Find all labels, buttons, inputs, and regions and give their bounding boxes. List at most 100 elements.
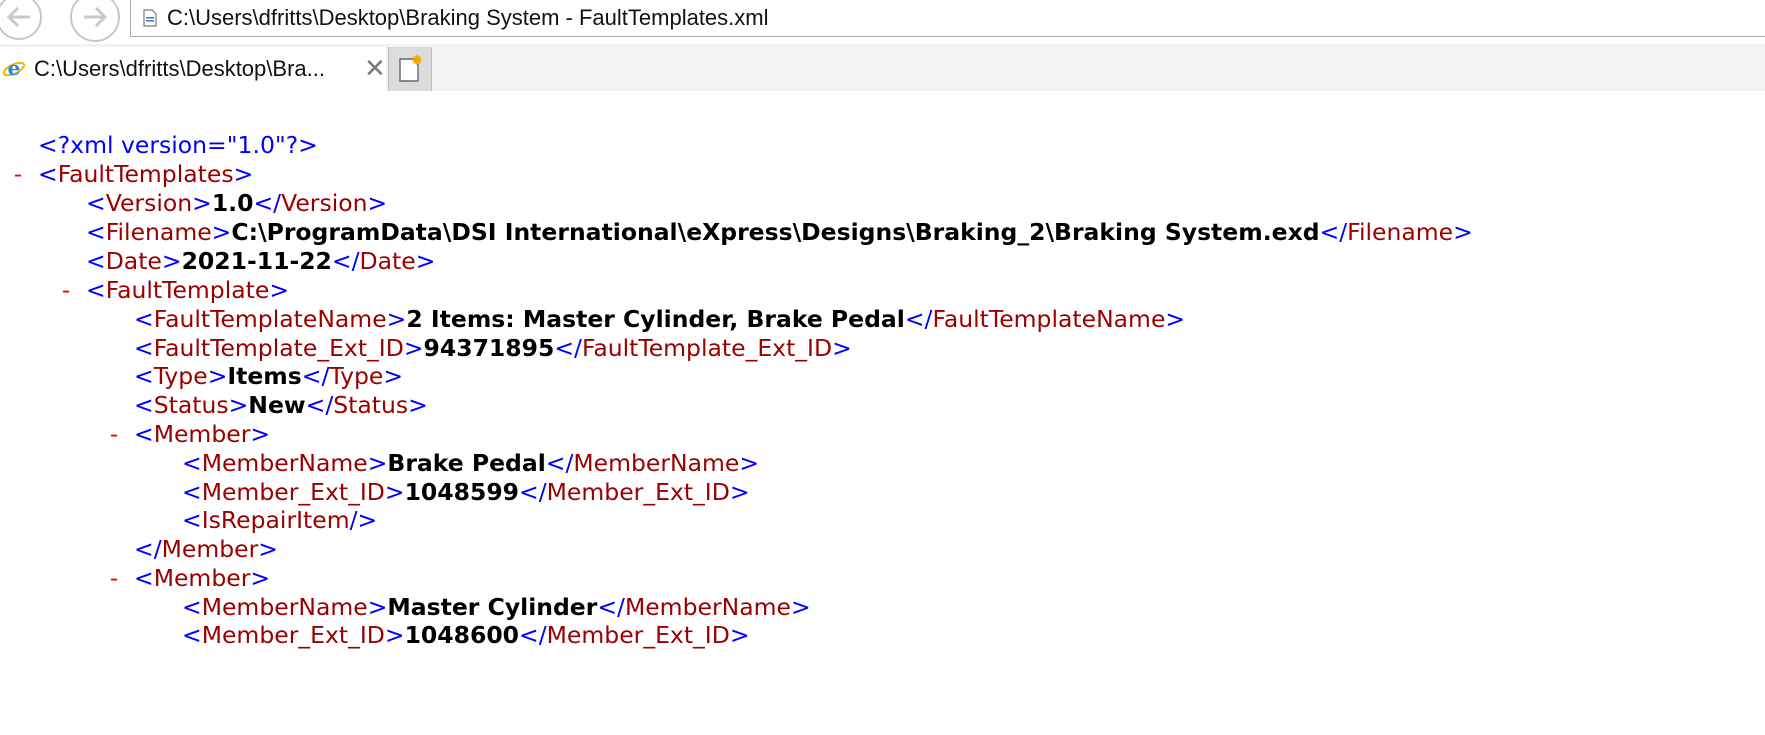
bracket: < bbox=[134, 564, 154, 592]
bracket: </ bbox=[253, 189, 282, 217]
tag-name: MemberName bbox=[573, 449, 740, 477]
tag-name: MemberName bbox=[624, 593, 791, 621]
bracket: > bbox=[161, 247, 182, 275]
element-filename: < Filename >C:\ProgramData\DSI Internation… bbox=[86, 216, 1473, 248]
toggle-faulttemplates[interactable]: - bbox=[8, 158, 28, 190]
bracket: < bbox=[182, 449, 202, 477]
address-bar[interactable]: C:\Users\dfritts\Desktop\Braking System … bbox=[130, 0, 1765, 37]
bracket: > bbox=[367, 593, 388, 621]
element-version: <Version>1.0</Version> bbox=[86, 187, 387, 219]
bracket: </ bbox=[519, 621, 547, 649]
bracket: < bbox=[182, 506, 202, 534]
bracket: < bbox=[86, 189, 106, 217]
forward-button[interactable] bbox=[70, 0, 120, 42]
bracket: </ bbox=[904, 305, 933, 333]
tag-name: Member bbox=[153, 420, 251, 448]
new-tab-icon bbox=[399, 55, 422, 82]
bracket: > bbox=[408, 391, 428, 419]
bracket: < bbox=[134, 362, 154, 390]
tag-name: Status bbox=[333, 391, 409, 419]
tag-name: Type bbox=[329, 362, 384, 390]
tag-name: FaultTemplate bbox=[105, 276, 270, 304]
tag-name: Version bbox=[105, 189, 193, 217]
element-member-ext-id: <Member_Ext_ID>1048600</Member_Ext_ID> bbox=[182, 619, 750, 651]
bracket: < bbox=[182, 593, 202, 621]
svg-text:e: e bbox=[8, 57, 21, 80]
type-value: Items bbox=[227, 362, 302, 390]
bracket: </ bbox=[597, 593, 625, 621]
toggle-faulttemplate[interactable]: - bbox=[56, 274, 76, 306]
address-text[interactable]: C:\Users\dfritts\Desktop\Braking System … bbox=[167, 5, 769, 31]
bracket: > bbox=[739, 449, 760, 477]
xml-declaration-text: <?xml version="1.0"?> bbox=[38, 131, 318, 159]
back-arrow-icon bbox=[6, 6, 30, 28]
tag-name: FaultTemplateName bbox=[932, 305, 1166, 333]
bracket: </ bbox=[331, 247, 360, 275]
bracket: </ bbox=[134, 535, 162, 563]
bracket: </ bbox=[301, 362, 330, 390]
toggle-member[interactable]: - bbox=[104, 562, 124, 594]
element-faulttemplatename: <FaultTemplateName>2 Items: Master Cylin… bbox=[134, 303, 1185, 335]
bracket: </ bbox=[305, 391, 334, 419]
bracket: > bbox=[367, 189, 388, 217]
element-faulttemplates-open: <FaultTemplates> bbox=[38, 158, 253, 190]
member-name-value: Master Cylinder bbox=[387, 593, 598, 621]
template-ext-id-value: 94371895 bbox=[423, 334, 555, 362]
bracket: > bbox=[269, 276, 290, 304]
tag-name: FaultTemplate_Ext_ID bbox=[581, 334, 833, 362]
bracket: < bbox=[86, 218, 106, 246]
filename-value: C:\ProgramData\DSI International\eXpress… bbox=[231, 218, 1320, 246]
status-value: New bbox=[248, 391, 306, 419]
member-ext-id-value: 1048599 bbox=[404, 478, 520, 506]
member-name-value: Brake Pedal bbox=[387, 449, 546, 477]
tag-name: Member bbox=[161, 535, 259, 563]
bracket: > bbox=[250, 564, 271, 592]
tag-name: FaultTemplates bbox=[57, 160, 234, 188]
bracket: > bbox=[832, 334, 852, 362]
document-icon bbox=[143, 9, 157, 27]
bracket: > bbox=[233, 160, 254, 188]
tag-name: Member bbox=[153, 564, 251, 592]
tab-close-icon[interactable]: ✕ bbox=[364, 56, 386, 82]
tab-xml-file[interactable]: e C:\Users\dfritts\Desktop\Bra... ✕ bbox=[0, 47, 386, 91]
element-member-open: <Member> bbox=[134, 562, 270, 594]
element-type: <Type>Items</Type> bbox=[134, 360, 403, 392]
bracket: < bbox=[38, 160, 58, 188]
bracket: > bbox=[1165, 305, 1186, 333]
tag-name: Date bbox=[105, 247, 162, 275]
bracket: > bbox=[403, 334, 424, 362]
element-date: <Date>2021-11-22</Date> bbox=[86, 245, 435, 277]
bracket: > bbox=[192, 189, 212, 217]
element-isrepairitem: <IsRepairItem/> bbox=[182, 504, 377, 536]
bracket: </ bbox=[519, 478, 547, 506]
bracket: > bbox=[386, 305, 407, 333]
bracket: < bbox=[86, 276, 106, 304]
element-member-close: </Member> bbox=[134, 533, 278, 565]
bracket: < bbox=[134, 334, 154, 362]
bracket: > bbox=[729, 621, 750, 649]
tag-name: FaultTemplateName bbox=[153, 305, 387, 333]
toggle-member[interactable]: - bbox=[104, 418, 124, 450]
tag-name: Member_Ext_ID bbox=[201, 478, 385, 506]
tab-bar: e C:\Users\dfritts\Desktop\Bra... ✕ bbox=[0, 44, 1765, 91]
bracket: < bbox=[182, 478, 202, 506]
xml-content: <?xml version="1.0"?> - <FaultTemplates>… bbox=[0, 91, 1765, 735]
bracket: > bbox=[211, 218, 232, 246]
bracket: > bbox=[384, 478, 405, 506]
forward-arrow-icon bbox=[84, 6, 108, 28]
tag-name: IsRepairItem bbox=[201, 506, 350, 534]
tag-name: MemberName bbox=[201, 593, 368, 621]
version-value: 1.0 bbox=[211, 189, 254, 217]
bracket: < bbox=[86, 247, 106, 275]
bracket: < bbox=[182, 621, 202, 649]
new-tab-button[interactable] bbox=[388, 47, 432, 91]
tag-name: Date bbox=[359, 247, 416, 275]
tag-name: Member_Ext_ID bbox=[546, 478, 730, 506]
date-value: 2021-11-22 bbox=[181, 247, 332, 275]
tag-name: Filename bbox=[1347, 218, 1454, 246]
bracket: > bbox=[384, 621, 405, 649]
tag-name: Version bbox=[281, 189, 368, 217]
bracket: > bbox=[383, 362, 404, 390]
back-button[interactable] bbox=[0, 0, 42, 40]
bracket: > bbox=[207, 362, 228, 390]
